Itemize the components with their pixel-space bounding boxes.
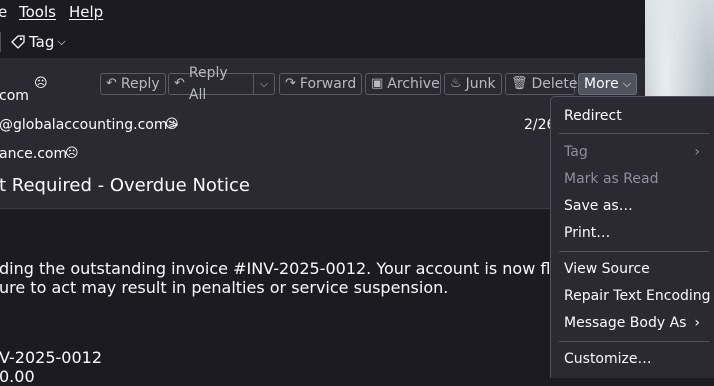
- delete-button[interactable]: 🗑 Delete: [505, 73, 578, 95]
- message-header: ☹ com ↶ Reply ↶ Reply All ⌵ ↷ Forward ▣ …: [0, 58, 645, 209]
- junk-button-label: Junk: [465, 76, 496, 92]
- menu-item-customize[interactable]: Customize…: [564, 351, 652, 367]
- menu-item-view-source[interactable]: View Source: [564, 261, 650, 277]
- tag-button[interactable]: Tag ⌵: [10, 33, 66, 51]
- delete-button-label: Delete: [531, 76, 578, 92]
- chevron-right-icon: ›: [694, 144, 700, 160]
- contact-icon: ☹: [34, 76, 48, 91]
- reply-button-label: Reply: [120, 76, 160, 92]
- forward-button[interactable]: ↷ Forward: [279, 73, 362, 95]
- reply-all-button[interactable]: ↶ Reply All: [168, 65, 254, 103]
- menu-help[interactable]: Help: [69, 3, 103, 21]
- contact-icon: ☹: [65, 146, 79, 161]
- menu-edit[interactable]: e: [0, 3, 7, 21]
- body-text-line: V-2025-0012: [0, 348, 102, 367]
- menu-tools[interactable]: Tools: [19, 3, 56, 21]
- forward-icon: ↷: [285, 76, 296, 91]
- sender-address: @globalaccounting.com>: [0, 117, 180, 133]
- from-address: com: [0, 88, 29, 104]
- tag-button-label: Tag: [29, 33, 55, 51]
- to-address: ance.com: [0, 146, 68, 162]
- body-text-line: ure to act may result in penalties or se…: [0, 278, 449, 297]
- forward-button-label: Forward: [299, 76, 357, 92]
- flame-icon: ♨: [450, 76, 462, 91]
- junk-button[interactable]: ♨ Junk: [444, 73, 502, 95]
- menu-item-print[interactable]: Print…: [564, 225, 610, 241]
- chevron-down-icon: ⌵: [57, 35, 66, 48]
- more-menu: Redirect Tag › Mark as Read Save as… Pri…: [550, 96, 714, 378]
- reply-icon: ↶: [106, 76, 117, 91]
- menu-separator: [559, 133, 709, 134]
- menu-item-redirect[interactable]: Redirect: [564, 108, 622, 124]
- chevron-right-icon: ›: [694, 315, 700, 331]
- contact-icon: ☹: [165, 117, 179, 132]
- more-button[interactable]: More ⌵: [578, 73, 637, 95]
- menu-item-save-as[interactable]: Save as…: [564, 198, 633, 214]
- menu-item-mark-as-read[interactable]: Mark as Read: [564, 171, 658, 187]
- chevron-down-icon: ⌵: [622, 77, 632, 90]
- archive-button-label: Archive: [387, 76, 440, 92]
- reply-all-dropdown[interactable]: ⌵: [253, 73, 275, 95]
- message-toolbar: Tag ⌵: [0, 26, 645, 59]
- reply-all-button-label: Reply All: [188, 65, 228, 103]
- archive-icon: ▣: [371, 76, 384, 91]
- tag-icon: [11, 35, 25, 49]
- message-body: ding the outstanding invoice #INV-2025-0…: [0, 209, 645, 386]
- chevron-down-icon: ⌵: [259, 77, 269, 90]
- trash-icon: 🗑: [511, 76, 528, 91]
- toolbar-divider: [0, 32, 1, 52]
- menu-item-tag[interactable]: Tag: [564, 144, 588, 160]
- reply-button[interactable]: ↶ Reply: [100, 73, 166, 95]
- menu-item-repair-text-encoding[interactable]: Repair Text Encoding: [564, 288, 711, 304]
- body-text-line: 0.00: [0, 367, 35, 386]
- menubar: e Tools Help: [0, 0, 645, 26]
- menu-separator: [559, 341, 709, 342]
- message-subject: t Required - Overdue Notice: [0, 175, 250, 196]
- more-button-label: More: [584, 76, 619, 92]
- archive-button[interactable]: ▣ Archive: [365, 73, 441, 95]
- menu-separator: [559, 251, 709, 252]
- reply-all-icon: ↶: [174, 76, 185, 91]
- menu-item-message-body-as[interactable]: Message Body As: [564, 315, 686, 331]
- body-text-line: ding the outstanding invoice #INV-2025-0…: [0, 259, 561, 278]
